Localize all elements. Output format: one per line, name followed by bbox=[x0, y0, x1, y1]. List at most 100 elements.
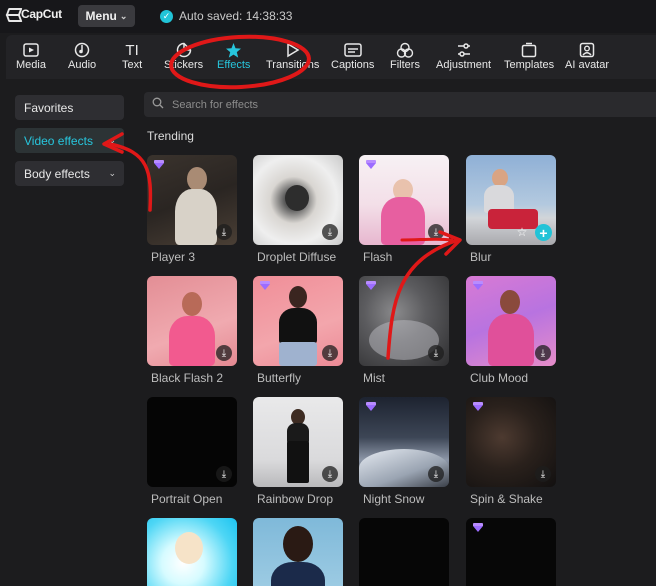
captions-icon bbox=[343, 41, 362, 59]
effect-card-night-snow[interactable]: ⤓ Night Snow bbox=[359, 397, 449, 506]
effect-card-butterfly[interactable]: ⤓ Butterfly bbox=[253, 276, 343, 385]
tab-label: Templates bbox=[504, 59, 555, 71]
tab-ai-avatar[interactable]: AI avatar bbox=[565, 41, 609, 71]
effect-card[interactable] bbox=[466, 518, 556, 586]
search-input[interactable] bbox=[172, 98, 572, 111]
sidebar-item-body-effects[interactable]: Body effects ⌄ bbox=[15, 161, 124, 186]
tab-label: AI avatar bbox=[565, 59, 610, 71]
search-icon bbox=[152, 96, 164, 114]
check-icon: ✓ bbox=[160, 9, 173, 23]
media-icon bbox=[23, 41, 39, 59]
effect-thumbnail: ⤓ bbox=[253, 155, 343, 245]
effect-name: Player 3 bbox=[151, 250, 196, 264]
sidebar-item-favorites[interactable]: Favorites bbox=[15, 95, 124, 120]
tab-templates[interactable]: Templates bbox=[504, 41, 554, 71]
effect-thumbnail: ⤓ bbox=[147, 276, 237, 366]
premium-gem-icon bbox=[472, 281, 484, 290]
tab-label: Effects bbox=[217, 59, 251, 71]
section-title: Trending bbox=[147, 129, 194, 143]
download-icon[interactable]: ⤓ bbox=[428, 224, 444, 240]
effect-name: Droplet Diffuse bbox=[257, 250, 337, 264]
capcut-logo: CapCut bbox=[6, 7, 62, 21]
download-icon[interactable]: ⤓ bbox=[535, 466, 551, 482]
effect-card-blur[interactable]: ☆ + Blur bbox=[466, 155, 556, 264]
download-icon[interactable]: ⤓ bbox=[428, 345, 444, 361]
transitions-icon bbox=[285, 41, 301, 59]
effect-thumbnail: ⤓ bbox=[147, 397, 237, 487]
effect-card-black-flash-2[interactable]: ⤓ Black Flash 2 bbox=[147, 276, 237, 385]
tab-stickers[interactable]: Stickers bbox=[164, 41, 203, 71]
download-icon[interactable]: ⤓ bbox=[322, 466, 338, 482]
download-icon[interactable]: ⤓ bbox=[535, 345, 551, 361]
effect-name: Blur bbox=[470, 250, 492, 264]
premium-gem-icon bbox=[365, 402, 377, 411]
download-icon[interactable]: ⤓ bbox=[322, 345, 338, 361]
effect-name: Mist bbox=[363, 371, 385, 385]
tab-text[interactable]: TI Text bbox=[122, 41, 143, 72]
sidebar-item-video-effects[interactable]: Video effects ⌄ bbox=[15, 128, 124, 153]
autosave-status: ✓ Auto saved: 14:38:33 bbox=[160, 9, 292, 23]
templates-icon bbox=[521, 41, 537, 59]
favorite-star-icon[interactable]: ☆ bbox=[514, 224, 530, 240]
tab-transitions[interactable]: Transitions bbox=[266, 41, 319, 71]
premium-gem-icon bbox=[365, 160, 377, 169]
tab-filters[interactable]: Filters bbox=[390, 41, 420, 71]
download-icon[interactable]: ⤓ bbox=[322, 224, 338, 240]
stickers-icon bbox=[176, 41, 192, 59]
tab-label: Captions bbox=[331, 59, 375, 71]
download-icon[interactable]: ⤓ bbox=[216, 466, 232, 482]
effect-card[interactable] bbox=[253, 518, 343, 586]
premium-gem-icon bbox=[472, 523, 484, 532]
tab-adjustment[interactable]: Adjustment bbox=[436, 41, 491, 71]
effect-card-droplet-diffuse[interactable]: ⤓ Droplet Diffuse bbox=[253, 155, 343, 264]
sidebar-item-label: Body effects bbox=[24, 166, 90, 181]
menu-button[interactable]: Menu ⌄ bbox=[78, 5, 135, 27]
effect-card-spin-and-shake[interactable]: ⤓ Spin & Shake bbox=[466, 397, 556, 506]
effect-thumbnail: ⤓ bbox=[466, 276, 556, 366]
tab-label: Audio bbox=[68, 59, 97, 71]
effect-name: Flash bbox=[363, 250, 393, 264]
effect-card-portrait-open[interactable]: ⤓ Portrait Open bbox=[147, 397, 237, 506]
effect-card-player-3[interactable]: ⤓ Player 3 bbox=[147, 155, 237, 264]
search-bar bbox=[144, 92, 656, 117]
effect-thumbnail bbox=[253, 518, 343, 586]
tab-label: Text bbox=[122, 59, 143, 71]
tab-captions[interactable]: Captions bbox=[331, 41, 374, 71]
download-icon[interactable]: ⤓ bbox=[216, 224, 232, 240]
chevron-down-icon: ⌄ bbox=[119, 10, 128, 21]
download-icon[interactable]: ⤓ bbox=[216, 345, 232, 361]
effect-card[interactable] bbox=[359, 518, 449, 586]
effect-name: Spin & Shake bbox=[470, 492, 543, 506]
effect-thumbnail: ⤓ bbox=[147, 155, 237, 245]
effect-card-club-mood[interactable]: ⤓ Club Mood bbox=[466, 276, 556, 385]
tab-effects[interactable]: Effects bbox=[217, 41, 250, 71]
chevron-down-icon: ⌄ bbox=[108, 168, 116, 178]
title-bar: CapCut Menu ⌄ ✓ Auto saved: 14:38:33 bbox=[0, 0, 656, 33]
effect-name: Black Flash 2 bbox=[151, 371, 224, 385]
audio-icon bbox=[74, 41, 90, 59]
effect-card-mist[interactable]: ⤓ Mist bbox=[359, 276, 449, 385]
effect-thumbnail bbox=[359, 518, 449, 586]
effect-thumbnail: ⤓ bbox=[466, 397, 556, 487]
effect-card-flash[interactable]: ⤓ Flash bbox=[359, 155, 449, 264]
main-toolbar: Media Audio TI Text Stickers Effects Tra… bbox=[6, 35, 656, 79]
tab-label: Media bbox=[16, 59, 46, 71]
effect-thumbnail: ⤓ bbox=[253, 397, 343, 487]
app-name: CapCut bbox=[21, 7, 62, 21]
adjustment-icon bbox=[456, 41, 472, 59]
premium-gem-icon bbox=[259, 281, 271, 290]
effect-thumbnail: ☆ + bbox=[466, 155, 556, 245]
tab-media[interactable]: Media bbox=[16, 41, 46, 71]
effect-name: Butterfly bbox=[257, 371, 302, 385]
add-effect-button[interactable]: + bbox=[535, 224, 552, 241]
tab-audio[interactable]: Audio bbox=[68, 41, 96, 71]
effect-name: Rainbow Drop bbox=[257, 492, 334, 506]
download-icon[interactable]: ⤓ bbox=[428, 466, 444, 482]
effect-thumbnail: ⤓ bbox=[253, 276, 343, 366]
premium-gem-icon bbox=[365, 281, 377, 290]
effect-card[interactable] bbox=[147, 518, 237, 586]
chevron-down-icon: ⌄ bbox=[108, 135, 116, 145]
tab-label: Filters bbox=[390, 59, 420, 71]
effect-name: Night Snow bbox=[363, 492, 425, 506]
effect-card-rainbow-drop[interactable]: ⤓ Rainbow Drop bbox=[253, 397, 343, 506]
